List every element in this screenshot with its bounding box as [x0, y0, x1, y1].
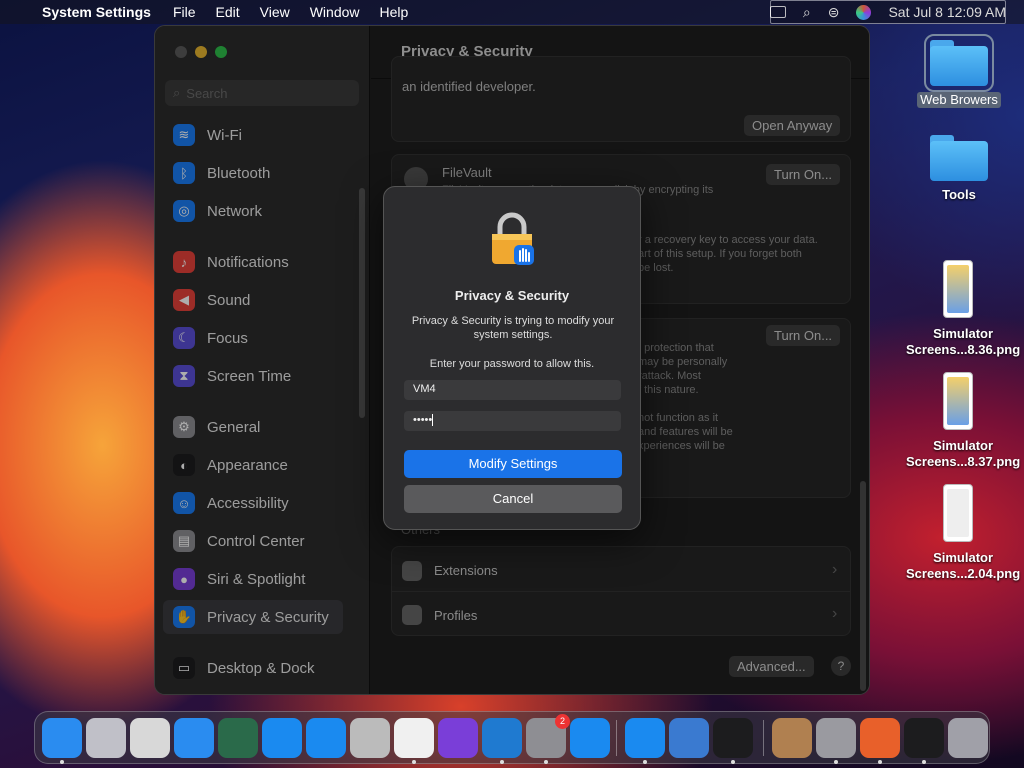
desktop-icon-screenshot-3[interactable]: Simulator Screens...2.04.png — [903, 484, 1020, 582]
time-machine-icon[interactable] — [218, 718, 258, 758]
safari-icon[interactable] — [174, 718, 214, 758]
running-indicator — [834, 760, 838, 764]
desktop-icon-screenshot-2[interactable]: Simulator Screens...8.37.png — [903, 372, 1020, 470]
trash-icon[interactable] — [948, 718, 988, 758]
activity-monitor-icon[interactable] — [713, 718, 753, 758]
running-indicator — [922, 760, 926, 764]
xcode-icon[interactable] — [262, 718, 302, 758]
firefox-icon[interactable] — [860, 718, 900, 758]
finder-icon[interactable] — [42, 718, 82, 758]
desktop-icon-web-browers[interactable]: Web Browers — [904, 34, 1014, 108]
image-file-icon — [943, 260, 973, 318]
running-indicator — [544, 760, 548, 764]
file-merge-icon[interactable] — [772, 718, 812, 758]
desktop-icon-label: Simulator Screens...2.04.png — [906, 550, 1021, 581]
text-cursor — [432, 414, 434, 427]
image-file-icon — [943, 372, 973, 430]
menu-edit[interactable]: Edit — [216, 4, 240, 20]
menu-help[interactable]: Help — [380, 4, 409, 20]
running-indicator — [500, 760, 504, 764]
vscode-icon[interactable] — [482, 718, 522, 758]
image-file-icon — [943, 484, 973, 542]
username-field[interactable]: VM4 — [404, 380, 621, 400]
folder-icon — [930, 135, 988, 181]
app-store-2-icon[interactable] — [625, 718, 665, 758]
dock: 2 — [34, 711, 990, 764]
launchpad-icon[interactable] — [86, 718, 126, 758]
menu-app-name[interactable]: System Settings — [42, 4, 151, 20]
running-indicator — [412, 760, 416, 764]
password-value: ••••• — [413, 414, 433, 426]
dialog-message: Privacy & Security is trying to modify y… — [411, 315, 615, 341]
running-indicator — [878, 760, 882, 764]
modify-settings-button[interactable]: Modify Settings — [404, 450, 622, 478]
automator-icon[interactable] — [350, 718, 390, 758]
stage-manager-icon[interactable] — [769, 0, 1006, 24]
notification-badge: 2 — [555, 714, 570, 729]
dock-separator — [616, 720, 617, 756]
running-indicator — [60, 760, 64, 764]
instruments-icon[interactable] — [669, 718, 709, 758]
script-editor-icon[interactable] — [130, 718, 170, 758]
menu-file[interactable]: File — [173, 4, 196, 20]
desktop-icon-label: Simulator Screens...8.36.png — [906, 326, 1021, 357]
simulator-icon[interactable] — [570, 718, 610, 758]
disk-utility-icon[interactable] — [816, 718, 856, 758]
running-indicator — [643, 760, 647, 764]
visual-studio-icon[interactable] — [438, 718, 478, 758]
dialog-prompt: Enter your password to allow this. — [429, 358, 595, 370]
menu-bar: System Settings File Edit View Window He… — [0, 0, 1024, 24]
desktop-icon-label: Simulator Screens...8.37.png — [906, 438, 1021, 469]
folder-icon — [924, 34, 994, 92]
dock-separator — [763, 720, 764, 756]
cancel-button[interactable]: Cancel — [404, 485, 622, 513]
chrome-icon[interactable] — [394, 718, 434, 758]
app-store-icon[interactable] — [306, 718, 346, 758]
desktop-icon-label: Web Browers — [917, 92, 1001, 108]
lock-icon — [492, 212, 534, 265]
menu-view[interactable]: View — [260, 4, 290, 20]
running-indicator — [731, 760, 735, 764]
desktop-icon-label: Tools — [942, 187, 976, 202]
desktop-icon-tools[interactable]: Tools — [904, 135, 1014, 203]
dialog-title: Privacy & Security — [454, 288, 570, 303]
menu-window[interactable]: Window — [310, 4, 360, 20]
console-icon[interactable] — [904, 718, 944, 758]
password-field[interactable]: ••••• — [404, 411, 621, 431]
system-settings-icon[interactable]: 2 — [526, 714, 570, 758]
auth-dialog: Privacy & Security Privacy & Security is… — [383, 186, 641, 530]
desktop-icon-screenshot-1[interactable]: Simulator Screens...8.36.png — [903, 260, 1020, 358]
